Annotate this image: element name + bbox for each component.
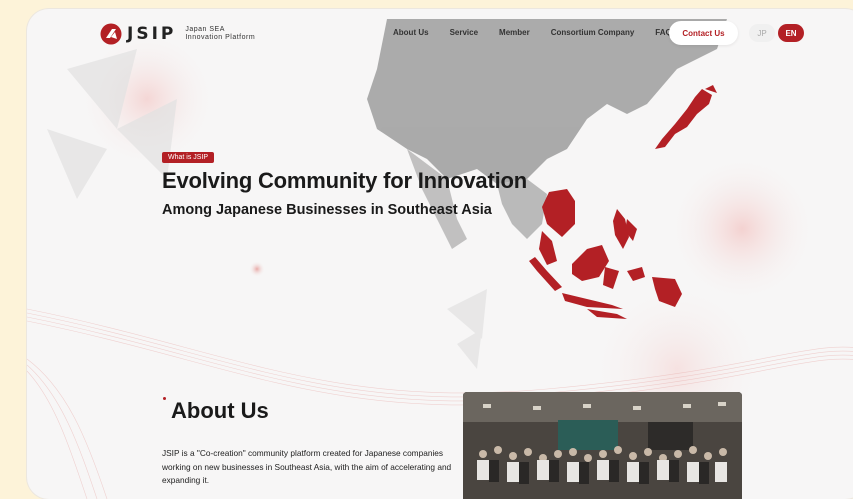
contact-us-button[interactable]: Contact Us <box>669 21 738 45</box>
lang-jp-button[interactable]: JP <box>749 24 775 42</box>
hero-title: Evolving Community for Innovation <box>162 168 527 193</box>
group-photo <box>463 392 742 499</box>
about-text: JSIP is a "Co-creation" community platfo… <box>162 448 452 485</box>
hero-subtitle: Among Japanese Businesses in Southeast A… <box>162 202 492 218</box>
jsip-logo-icon <box>100 23 122 45</box>
hero-badge: What is JSIP <box>162 152 215 163</box>
main-nav: About Us Service Member Consortium Compa… <box>393 28 693 37</box>
group-photo-image <box>463 392 742 499</box>
brand-tagline: Japan SEA Innovation Platform <box>185 26 255 42</box>
about-heading: About Us <box>171 398 269 423</box>
nav-consortium-company[interactable]: Consortium Company <box>551 28 635 37</box>
nav-about-us[interactable]: About Us <box>393 28 429 37</box>
nav-member[interactable]: Member <box>499 28 530 37</box>
logo[interactable]: JSIP Japan SEA Innovation Platform <box>100 23 255 45</box>
section-dot <box>163 397 166 400</box>
lang-en-button[interactable]: EN <box>778 24 804 42</box>
brand-name: JSIP <box>127 24 177 44</box>
brand-sub-line2: Innovation Platform <box>185 34 256 41</box>
page-frame: JSIP Japan SEA Innovation Platform About … <box>27 9 853 499</box>
nav-service[interactable]: Service <box>450 28 478 37</box>
brand-sub-line1: Japan SEA <box>185 26 225 33</box>
